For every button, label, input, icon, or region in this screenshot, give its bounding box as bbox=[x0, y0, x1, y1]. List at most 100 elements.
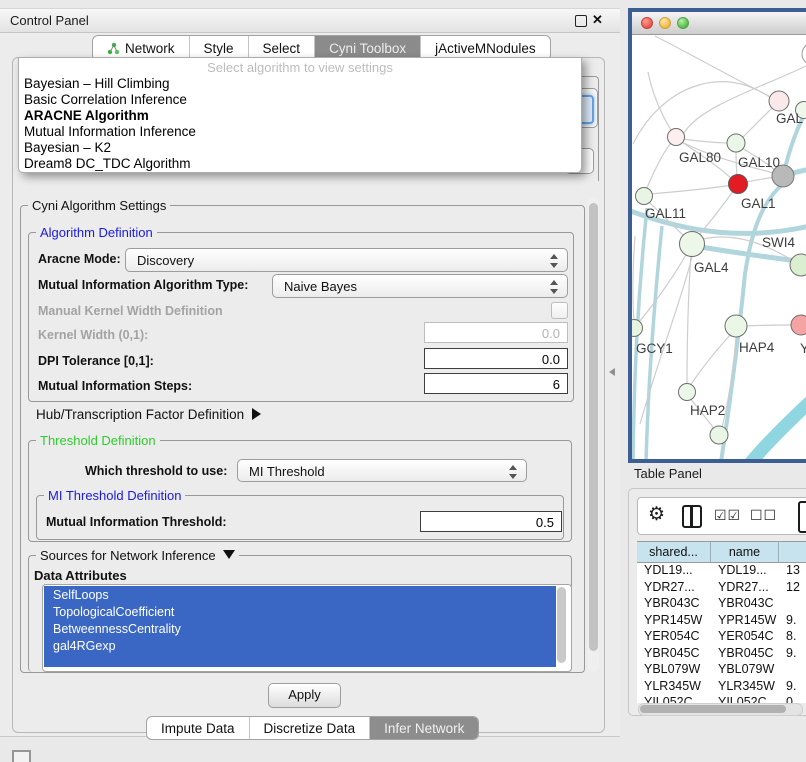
expand-right-icon bbox=[252, 408, 261, 420]
mi-steps-field[interactable]: 6 bbox=[424, 373, 568, 394]
table-row[interactable]: YPR145W YPR145W 9. bbox=[637, 613, 806, 630]
cell: YBL079W bbox=[711, 662, 779, 679]
column-header-shared[interactable]: shared... bbox=[637, 542, 711, 562]
settings-scrollbar-thumb[interactable] bbox=[589, 203, 598, 651]
node-gal1-red[interactable] bbox=[729, 175, 748, 194]
cell: YLR345W bbox=[637, 679, 711, 696]
deselect-all-icon[interactable]: ☐☐ bbox=[750, 507, 777, 524]
mi-threshold-field[interactable]: 0.5 bbox=[420, 511, 562, 532]
cell bbox=[779, 596, 806, 613]
list-item[interactable]: TopologicalCoefficient bbox=[53, 605, 174, 619]
dpi-tolerance-label: DPI Tolerance [0,1]: bbox=[38, 354, 154, 368]
table-row[interactable]: YDL19... YDL19... 13 bbox=[637, 563, 806, 580]
dropdown-item[interactable]: Dream8 DC_TDC Algorithm bbox=[24, 156, 191, 171]
tab-impute-data[interactable]: Impute Data bbox=[147, 717, 249, 739]
node-swi4[interactable] bbox=[790, 254, 806, 276]
hub-section-label: Hub/Transcription Factor Definition bbox=[36, 407, 244, 422]
network-window: GAL GAL80 GAL10 GAL1 GAL11 SWI4 GAL4 GCY… bbox=[628, 8, 806, 463]
sources-header[interactable]: Sources for Network Inference bbox=[36, 548, 239, 563]
tab-impute-data-label: Impute Data bbox=[161, 721, 235, 736]
cell: YLR345W bbox=[711, 679, 779, 696]
mi-algorithm-type-combo[interactable]: Naive Bayes bbox=[272, 274, 568, 298]
table-row[interactable]: YER054C YER054C 8. bbox=[637, 629, 806, 646]
table-row[interactable]: YIL052C YIL052C 0. bbox=[637, 695, 806, 703]
node-gal11[interactable] bbox=[636, 188, 653, 205]
cell: YBR043C bbox=[637, 596, 711, 613]
table-row[interactable]: YDR27... YDR27... 12 bbox=[637, 580, 806, 597]
list-item[interactable]: gal4RGexp bbox=[53, 639, 116, 653]
algorithm-dropdown-popup: Select algorithm to view settings Bayesi… bbox=[18, 57, 582, 173]
table-panel-title: Table Panel bbox=[634, 466, 702, 481]
dropdown-item-aracne[interactable]: ARACNE Algorithm bbox=[24, 108, 149, 123]
cell: YDL19... bbox=[711, 563, 779, 580]
node-hap4[interactable] bbox=[725, 315, 747, 337]
dpi-tolerance-field[interactable]: 0.0 bbox=[424, 348, 568, 369]
node-gal4[interactable] bbox=[680, 232, 705, 257]
node-hap2[interactable] bbox=[679, 384, 696, 401]
tab-discretize-data[interactable]: Discretize Data bbox=[249, 717, 370, 739]
settings-scrollbar[interactable] bbox=[588, 198, 599, 672]
network-canvas[interactable]: GAL GAL80 GAL10 GAL1 GAL11 SWI4 GAL4 GCY… bbox=[632, 34, 806, 459]
network-titlebar[interactable] bbox=[632, 12, 806, 35]
node-gal80[interactable] bbox=[668, 129, 685, 146]
cell: 9. bbox=[779, 646, 806, 663]
close-traffic-light[interactable] bbox=[641, 17, 653, 29]
tab-infer-network[interactable]: Infer Network bbox=[369, 717, 478, 739]
form-icon[interactable] bbox=[798, 501, 806, 533]
dropdown-prompt: Select algorithm to view settings bbox=[19, 60, 581, 75]
sources-title: Sources for Network Inference bbox=[40, 548, 216, 563]
close-icon[interactable]: ✕ bbox=[592, 12, 603, 28]
table-panel-window: ⚙ ☑☑ ☐☐ shared... name YDL19... YDL19...… bbox=[628, 488, 806, 716]
splitpane-divider-handle[interactable] bbox=[609, 368, 615, 376]
dropdown-item[interactable]: Mutual Information Inference bbox=[24, 124, 196, 139]
table-row[interactable]: YBL079W YBL079W bbox=[637, 662, 806, 679]
tab-discretize-data-label: Discretize Data bbox=[264, 721, 356, 736]
list-item[interactable]: SelfLoops bbox=[53, 588, 109, 602]
select-all-icon[interactable]: ☑☑ bbox=[714, 507, 741, 524]
minimize-traffic-light[interactable] bbox=[659, 17, 671, 29]
column-header-clipped[interactable] bbox=[779, 542, 806, 562]
mi-threshold-definition-title: MI Threshold Definition bbox=[44, 488, 185, 503]
list-item[interactable]: BetweennessCentrality bbox=[53, 622, 181, 636]
aracne-mode-combo[interactable]: Discovery bbox=[125, 248, 568, 272]
node-gcy1[interactable] bbox=[632, 320, 643, 337]
tab-infer-network-label: Infer Network bbox=[384, 721, 464, 736]
list-scrollbar-thumb[interactable] bbox=[557, 587, 566, 663]
cyni-mode-tabs: Impute Data Discretize Data Infer Networ… bbox=[146, 716, 479, 740]
node-gal10[interactable] bbox=[727, 134, 745, 152]
manual-kernel-width-checkbox[interactable] bbox=[551, 302, 568, 319]
data-attributes-label: Data Attributes bbox=[34, 568, 127, 583]
node[interactable] bbox=[710, 426, 728, 444]
dropdown-item[interactable]: Bayesian – Hill Climbing bbox=[24, 76, 170, 91]
table-hscrollbar-thumb[interactable] bbox=[640, 705, 786, 713]
node-salmon[interactable] bbox=[791, 315, 806, 335]
kernel-width-field[interactable]: 0.0 bbox=[424, 322, 568, 343]
float-window-icon[interactable] bbox=[575, 15, 587, 27]
control-panel-titlebar[interactable]: Control Panel ✕ bbox=[0, 8, 620, 33]
table-row[interactable]: YBR045C YBR045C 9. bbox=[637, 646, 806, 663]
dropdown-item[interactable]: Basic Correlation Inference bbox=[24, 92, 187, 107]
zoom-traffic-light[interactable] bbox=[677, 17, 689, 29]
which-threshold-label: Which threshold to use: bbox=[85, 464, 227, 478]
combo-stepper-icon bbox=[508, 465, 517, 479]
control-panel-window: Control Panel ✕ Network Style Select Cyn… bbox=[0, 8, 620, 737]
columns-icon[interactable] bbox=[682, 505, 702, 528]
cell: 13 bbox=[779, 563, 806, 580]
apply-button[interactable]: Apply bbox=[268, 683, 341, 708]
table-body: YDL19... YDL19... 13 YDR27... YDR27... 1… bbox=[637, 563, 806, 703]
docked-panel-icon[interactable] bbox=[12, 750, 31, 762]
cell: YIL052C bbox=[711, 695, 779, 703]
table-row[interactable]: YBR043C YBR043C bbox=[637, 596, 806, 613]
hub-section-header[interactable]: Hub/Transcription Factor Definition bbox=[36, 407, 261, 422]
gear-icon[interactable]: ⚙ bbox=[648, 503, 665, 526]
which-threshold-combo[interactable]: MI Threshold bbox=[237, 459, 527, 482]
mi-algorithm-type-value: Naive Bayes bbox=[284, 279, 357, 294]
dropdown-item[interactable]: Bayesian – K2 bbox=[24, 140, 111, 155]
column-header-name[interactable]: name bbox=[711, 542, 779, 562]
table-row[interactable]: YLR345W YLR345W 9. bbox=[637, 679, 806, 696]
node-label: GAL11 bbox=[645, 206, 686, 221]
table-horizontal-scrollbar[interactable] bbox=[638, 703, 803, 716]
cell: 8. bbox=[779, 629, 806, 646]
node-gal[interactable] bbox=[769, 91, 789, 111]
node[interactable] bbox=[802, 43, 806, 65]
